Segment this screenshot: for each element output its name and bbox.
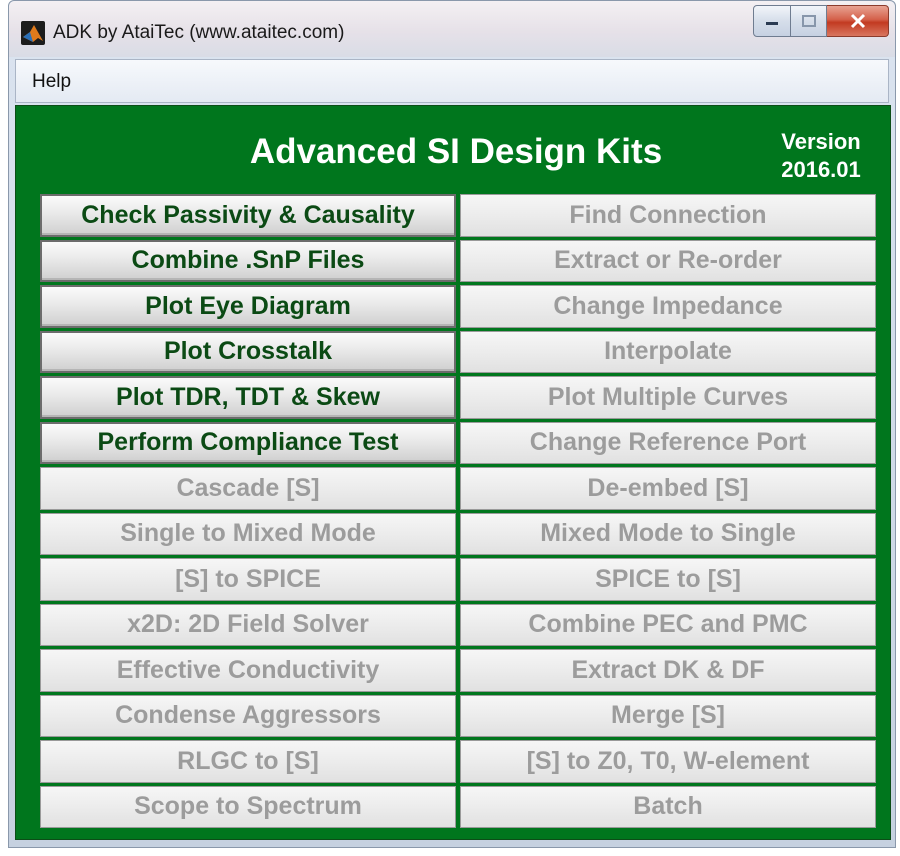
mixed-mode-to-single-button: Mixed Mode to Single	[460, 512, 876, 555]
version-info: Version 2016.01	[776, 128, 866, 184]
effective-conductivity-button: Effective Conductivity	[40, 649, 456, 692]
de-embed-s-button: De-embed [S]	[460, 467, 876, 510]
single-to-mixed-mode-button: Single to Mixed Mode	[40, 512, 456, 555]
extract-dk-df-button: Extract DK & DF	[460, 649, 876, 692]
change-reference-port-button: Change Reference Port	[460, 421, 876, 464]
maximize-button[interactable]	[791, 5, 827, 37]
find-connection-button: Find Connection	[460, 194, 876, 237]
perform-compliance-test-button[interactable]: Perform Compliance Test	[40, 421, 456, 464]
scope-to-spectrum-button: Scope to Spectrum	[40, 785, 456, 828]
spice-to-s-button: SPICE to [S]	[460, 558, 876, 601]
menu-bar: Help	[15, 59, 889, 103]
plot-tdr-tdt-skew-button[interactable]: Plot TDR, TDT & Skew	[40, 376, 456, 419]
extract-or-re-order-button: Extract or Re-order	[460, 239, 876, 282]
condense-aggressors-button: Condense Aggressors	[40, 694, 456, 737]
x2d-2d-field-solver-button: x2D: 2D Field Solver	[40, 603, 456, 646]
minimize-button[interactable]	[753, 5, 791, 37]
minimize-icon	[766, 22, 778, 25]
version-label: Version	[781, 129, 861, 154]
tool-button-grid: Check Passivity & Causality Find Connecti…	[40, 194, 878, 828]
batch-button: Batch	[460, 785, 876, 828]
app-window: ADK by AtaiTec (www.ataitec.com) Help Ad…	[8, 0, 896, 848]
close-button[interactable]	[827, 5, 889, 37]
change-impedance-button: Change Impedance	[460, 285, 876, 328]
close-icon	[850, 13, 865, 29]
check-passivity-causality-button[interactable]: Check Passivity & Causality	[40, 194, 456, 237]
window-title: ADK by AtaiTec (www.ataitec.com)	[53, 22, 345, 43]
cascade-s-button: Cascade [S]	[40, 467, 456, 510]
title-bar[interactable]: ADK by AtaiTec (www.ataitec.com)	[9, 1, 895, 57]
panel-title: Advanced SI Design Kits	[249, 132, 663, 171]
interpolate-button: Interpolate	[460, 330, 876, 373]
main-panel: Advanced SI Design Kits Version 2016.01 …	[15, 105, 891, 840]
plot-eye-diagram-button[interactable]: Plot Eye Diagram	[40, 285, 456, 328]
maximize-icon	[801, 15, 816, 27]
combine-snp-files-button[interactable]: Combine .SnP Files	[40, 239, 456, 282]
s-to-spice-button: [S] to SPICE	[40, 558, 456, 601]
merge-s-button: Merge [S]	[460, 694, 876, 737]
s-to-z0-t0-w-element-button: [S] to Z0, T0, W-element	[460, 740, 876, 783]
menu-help[interactable]: Help	[32, 71, 71, 93]
version-number: 2016.01	[781, 157, 861, 182]
rlgc-to-s-button: RLGC to [S]	[40, 740, 456, 783]
combine-pec-and-pmc-button: Combine PEC and PMC	[460, 603, 876, 646]
matlab-logo-icon	[21, 21, 45, 45]
plot-crosstalk-button[interactable]: Plot Crosstalk	[40, 330, 456, 373]
window-controls	[753, 5, 889, 39]
plot-multiple-curves-button: Plot Multiple Curves	[460, 376, 876, 419]
